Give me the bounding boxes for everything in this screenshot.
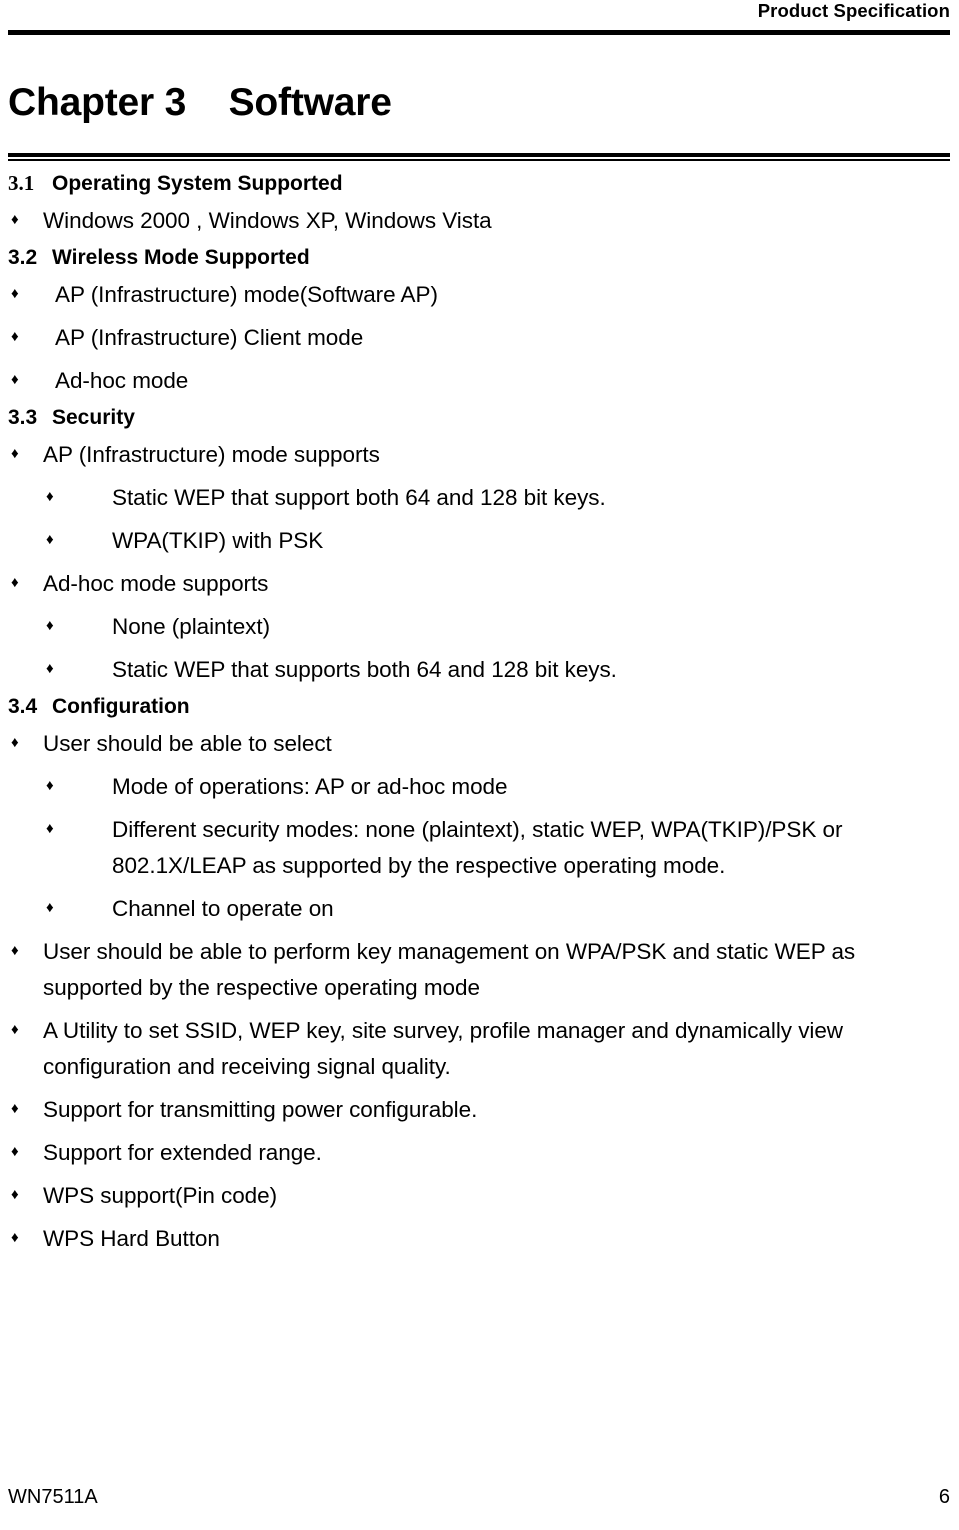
bullet-item: ♦ Ad-hoc mode [0,360,959,403]
bullet-item: ♦ Windows 2000 , Windows XP, Windows Vist… [0,200,959,243]
chapter-title: Chapter 3 Software [8,81,392,124]
header-rule [8,30,950,35]
bullet-text: Ad-hoc mode [55,368,189,393]
diamond-bullet-icon: ♦ [46,488,54,505]
section-title: Configuration [52,695,190,718]
bullet-text: Support for transmitting power configura… [43,1097,478,1122]
bullet-text: WPA(TKIP) with PSK [112,528,324,553]
bullet-item: ♦ Mode of operations: AP or ad-hoc mode [0,766,959,809]
bullet-text: Mode of operations: AP or ad-hoc mode [112,774,508,799]
diamond-bullet-icon: ♦ [46,899,54,916]
bullet-item: ♦ User should be able to perform key mana… [0,931,959,1010]
diamond-bullet-icon: ♦ [11,1100,19,1117]
bullet-text: WPS Hard Button [43,1226,220,1251]
diamond-bullet-icon: ♦ [11,574,19,591]
diamond-bullet-icon: ♦ [46,660,54,677]
bullet-item: ♦ Support for transmitting power configur… [0,1089,959,1132]
bullet-text: None (plaintext) [112,614,271,639]
chapter-divider-thin-line [8,159,950,161]
bullet-text: AP (Infrastructure) mode(Software AP) [55,282,438,307]
section-number: 3.1 [8,171,35,195]
bullet-text: A Utility to set SSID, WEP key, site sur… [43,1018,844,1079]
bullet-text: Static WEP that supports both 64 and 128… [112,657,617,682]
bullet-item: ♦ None (plaintext) [0,606,959,649]
section-heading-3-2: 3.2 Wireless Mode Supported [8,243,959,274]
section-title: Operating System Supported [52,172,343,195]
chapter-divider-thick-line [8,153,950,157]
bullet-text: Static WEP that support both 64 and 128 … [112,485,606,510]
footer-page-number: 6 [938,1486,950,1508]
footer-model-number: WN7511A [8,1486,98,1508]
bullet-text: Windows 2000 , Windows XP, Windows Vista [43,208,492,233]
bullet-item: ♦ Static WEP that support both 64 and 128… [0,477,959,520]
bullet-text: Channel to operate on [112,896,334,921]
bullet-item: ♦ Ad-hoc mode supports [0,563,959,606]
bullet-item: ♦ AP (Infrastructure) Client mode [0,317,959,360]
section-heading-3-3: 3.3 Security [8,403,959,434]
bullet-item: ♦ Channel to operate on [0,888,959,931]
diamond-bullet-icon: ♦ [11,445,19,462]
section-number: 3.3 [8,406,38,429]
page-footer: WN7511A 6 [8,1484,950,1512]
section-number: 3.2 [8,246,38,269]
diamond-bullet-icon: ♦ [11,1229,19,1246]
running-header: Product Specification [8,0,950,36]
diamond-bullet-icon: ♦ [46,617,54,634]
bullet-item: ♦ WPA(TKIP) with PSK [0,520,959,563]
diamond-bullet-icon: ♦ [11,1186,19,1203]
bullet-text: AP (Infrastructure) mode supports [43,442,380,467]
diamond-bullet-icon: ♦ [11,1021,19,1038]
diamond-bullet-icon: ♦ [11,328,19,345]
bullet-text: Ad-hoc mode supports [43,571,269,596]
diamond-bullet-icon: ♦ [11,734,19,751]
diamond-bullet-icon: ♦ [11,371,19,388]
bullet-item: ♦ Static WEP that supports both 64 and 12… [0,649,959,692]
bullet-text: User should be able to select [43,731,332,756]
diamond-bullet-icon: ♦ [11,1143,19,1160]
section-heading-3-1: 3.1 Operating System Supported [8,168,959,200]
diamond-bullet-icon: ♦ [46,820,54,837]
section-title: Wireless Mode Supported [52,246,310,269]
bullet-item: ♦ AP (Infrastructure) mode supports [0,434,959,477]
bullet-item: ♦ A Utility to set SSID, WEP key, site su… [0,1010,959,1089]
bullet-item: ♦ Different security modes: none (plainte… [0,809,959,888]
bullet-item: ♦ User should be able to select [0,723,959,766]
bullet-text: User should be able to perform key manag… [43,939,856,1000]
section-heading-3-4: 3.4 Configuration [8,692,959,723]
diamond-bullet-icon: ♦ [46,777,54,794]
diamond-bullet-icon: ♦ [11,211,19,228]
bullet-text: WPS support(Pin code) [43,1183,278,1208]
diamond-bullet-icon: ♦ [46,531,54,548]
diamond-bullet-icon: ♦ [11,942,19,959]
document-body: 3.1 Operating System Supported ♦ Windows 20… [0,168,959,1261]
bullet-item: ♦ Support for extended range. [0,1132,959,1175]
chapter-divider [8,153,950,161]
running-header-title: Product Specification [757,0,950,21]
bullet-text: AP (Infrastructure) Client mode [55,325,364,350]
bullet-item: ♦ AP (Infrastructure) mode(Software AP) [0,274,959,317]
bullet-item: ♦ WPS Hard Button [0,1218,959,1261]
document-page: Product Specification Chapter 3 Software… [0,0,959,1530]
bullet-text: Support for extended range. [43,1140,322,1165]
bullet-item: ♦ WPS support(Pin code) [0,1175,959,1218]
bullet-text: Different security modes: none (plaintex… [112,817,843,878]
section-number: 3.4 [8,695,38,718]
section-title: Security [52,406,135,429]
diamond-bullet-icon: ♦ [11,285,19,302]
